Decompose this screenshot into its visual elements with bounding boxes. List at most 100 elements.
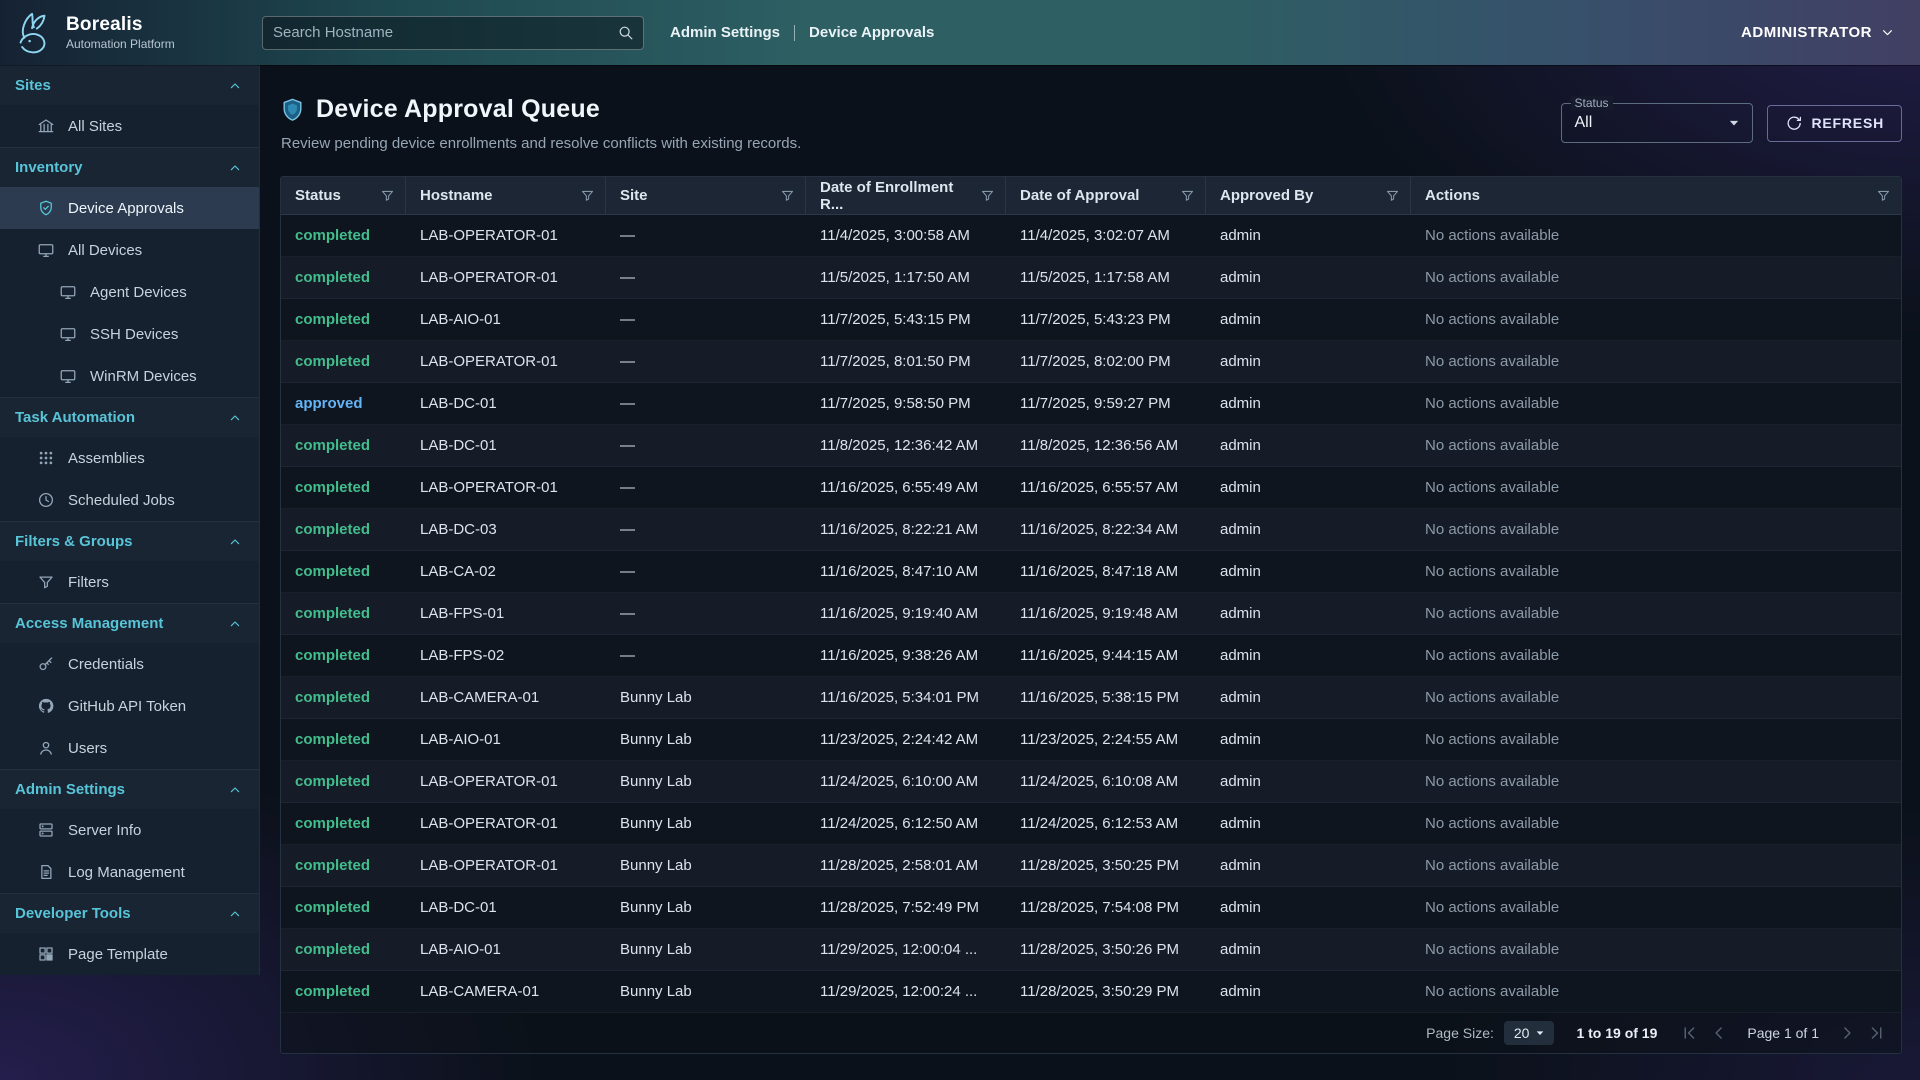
next-page-icon[interactable] [1837,1023,1857,1043]
search-input[interactable] [263,24,617,41]
column-filter-icon[interactable] [1180,188,1195,203]
sidebar-item-scheduled-jobs[interactable]: Scheduled Jobs [0,479,259,521]
column-filter-icon[interactable] [1876,188,1891,203]
cell-status: completed [281,521,406,538]
sidebar-section-sites[interactable]: Sites [0,65,259,105]
cell-approved-by: admin [1206,815,1411,832]
column-filter-icon[interactable] [980,188,995,203]
cell-actions: No actions available [1411,521,1901,538]
sidebar-item-github-api-token[interactable]: GitHub API Token [0,685,259,727]
table-row[interactable]: completedLAB-OPERATOR-01Bunny Lab11/28/2… [281,845,1901,887]
cell-hostname: LAB-OPERATOR-01 [406,815,606,832]
sidebar-item-log-management[interactable]: Log Management [0,851,259,893]
refresh-button[interactable]: REFRESH [1767,105,1903,142]
sidebar-section-label: Task Automation [15,409,135,426]
sites-icon [37,117,55,135]
page-subtitle: Review pending device enrollments and re… [281,135,801,152]
first-page-icon[interactable] [1679,1023,1699,1043]
table-row[interactable]: completedLAB-OPERATOR-01Bunny Lab11/24/2… [281,803,1901,845]
prev-page-icon[interactable] [1709,1023,1729,1043]
table-row[interactable]: completedLAB-CA-02—11/16/2025, 8:47:10 A… [281,551,1901,593]
column-filter-icon[interactable] [380,188,395,203]
search-box[interactable] [262,16,644,50]
table-row[interactable]: completedLAB-FPS-01—11/16/2025, 9:19:40 … [281,593,1901,635]
status-filter-select[interactable]: Status All [1561,103,1753,143]
column-header-label: Approved By [1220,187,1313,204]
sidebar-section-filters-groups[interactable]: Filters & Groups [0,521,259,561]
column-header-site[interactable]: Site [606,177,806,214]
cell-status: completed [281,983,406,1000]
sidebar-item-filters[interactable]: Filters [0,561,259,603]
page-size-select[interactable]: 20 [1504,1021,1555,1045]
nav-admin-settings[interactable]: Admin Settings [670,24,780,41]
table-row[interactable]: completedLAB-DC-01Bunny Lab11/28/2025, 7… [281,887,1901,929]
sidebar-section-developer-tools[interactable]: Developer Tools [0,893,259,933]
topbar: Borealis Automation Platform Admin Setti… [0,0,1920,65]
column-header-approved-by[interactable]: Approved By [1206,177,1411,214]
cell-status: completed [281,479,406,496]
nav-device-approvals[interactable]: Device Approvals [809,24,934,41]
sidebar-section-task-automation[interactable]: Task Automation [0,397,259,437]
grid-icon [37,449,55,467]
sidebar-section-inventory[interactable]: Inventory [0,147,259,187]
column-header-date-of-approval[interactable]: Date of Approval [1006,177,1206,214]
table-row[interactable]: completedLAB-CAMERA-01Bunny Lab11/29/202… [281,971,1901,1013]
user-menu[interactable]: ADMINISTRATOR [1741,24,1896,41]
cell-actions: No actions available [1411,815,1901,832]
table-row[interactable]: completedLAB-OPERATOR-01—11/5/2025, 1:17… [281,257,1901,299]
column-header-label: Date of Enrollment R... [820,179,980,213]
sidebar-item-users[interactable]: Users [0,727,259,769]
cell-approved-by: admin [1206,563,1411,580]
page-header: Device Approval Queue Review pending dev… [280,95,1902,152]
sidebar-item-device-approvals[interactable]: Device Approvals [0,187,259,229]
cell-hostname: LAB-AIO-01 [406,731,606,748]
sidebar-item-assemblies[interactable]: Assemblies [0,437,259,479]
table-row[interactable]: completedLAB-AIO-01—11/7/2025, 5:43:15 P… [281,299,1901,341]
sidebar-item-winrm-devices[interactable]: WinRM Devices [0,355,259,397]
cell-status: completed [281,773,406,790]
sidebar-section-admin-settings[interactable]: Admin Settings [0,769,259,809]
last-page-icon[interactable] [1867,1023,1887,1043]
table-row[interactable]: completedLAB-DC-01—11/8/2025, 12:36:42 A… [281,425,1901,467]
sidebar-section-label: Inventory [15,159,83,176]
sidebar-item-ssh-devices[interactable]: SSH Devices [0,313,259,355]
column-header-status[interactable]: Status [281,177,406,214]
column-filter-icon[interactable] [1385,188,1400,203]
table-row[interactable]: completedLAB-CAMERA-01Bunny Lab11/16/202… [281,677,1901,719]
column-header-date-of-enrollment-r[interactable]: Date of Enrollment R... [806,177,1006,214]
cell-site: Bunny Lab [606,983,806,1000]
table-row[interactable]: completedLAB-OPERATOR-01—11/7/2025, 8:01… [281,341,1901,383]
chevron-up-icon [227,782,243,798]
table-row[interactable]: completedLAB-OPERATOR-01Bunny Lab11/24/2… [281,761,1901,803]
table-row[interactable]: completedLAB-AIO-01Bunny Lab11/29/2025, … [281,929,1901,971]
sidebar-section-label: Filters & Groups [15,533,133,550]
table-row[interactable]: approvedLAB-DC-01—11/7/2025, 9:58:50 PM1… [281,383,1901,425]
column-header-hostname[interactable]: Hostname [406,177,606,214]
table-row[interactable]: completedLAB-OPERATOR-01—11/16/2025, 6:5… [281,467,1901,509]
sidebar-item-server-info[interactable]: Server Info [0,809,259,851]
cell-approved-by: admin [1206,857,1411,874]
table-row[interactable]: completedLAB-FPS-02—11/16/2025, 9:38:26 … [281,635,1901,677]
sidebar-section-access-management[interactable]: Access Management [0,603,259,643]
cell-actions: No actions available [1411,479,1901,496]
cell-hostname: LAB-CAMERA-01 [406,689,606,706]
sidebar-item-all-sites[interactable]: All Sites [0,105,259,147]
cell-approved-by: admin [1206,311,1411,328]
cell-enrolled: 11/16/2025, 5:34:01 PM [806,689,1006,706]
table-row[interactable]: completedLAB-DC-03—11/16/2025, 8:22:21 A… [281,509,1901,551]
cell-enrolled: 11/16/2025, 9:38:26 AM [806,647,1006,664]
devices-icon [37,241,55,259]
cell-hostname: LAB-DC-01 [406,899,606,916]
table-row[interactable]: completedLAB-OPERATOR-01—11/4/2025, 3:00… [281,215,1901,257]
sidebar-item-page-template[interactable]: Page Template [0,933,259,975]
table-row[interactable]: completedLAB-AIO-01Bunny Lab11/23/2025, … [281,719,1901,761]
column-filter-icon[interactable] [580,188,595,203]
column-header-actions[interactable]: Actions [1411,177,1901,214]
cell-site: — [606,311,806,328]
sidebar-item-credentials[interactable]: Credentials [0,643,259,685]
column-filter-icon[interactable] [780,188,795,203]
sidebar-item-all-devices[interactable]: All Devices [0,229,259,271]
sidebar-item-agent-devices[interactable]: Agent Devices [0,271,259,313]
cell-approved: 11/23/2025, 2:24:55 AM [1006,731,1206,748]
cell-enrolled: 11/29/2025, 12:00:04 ... [806,941,1006,958]
